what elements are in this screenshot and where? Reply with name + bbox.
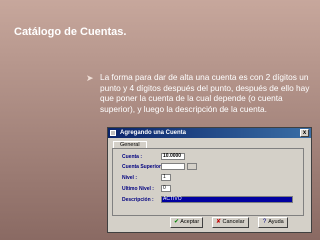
- bullet-text: La forma para dar de alta una cuenta es …: [100, 72, 310, 114]
- cross-icon: ✘: [216, 219, 222, 225]
- cancelar-label: Cancelar: [222, 219, 245, 225]
- cuenta-label: Cuenta :: [122, 154, 142, 160]
- cuenta-field[interactable]: 10.0000: [161, 153, 185, 160]
- lookup-button[interactable]: [187, 163, 197, 170]
- check-icon: ✔: [174, 219, 180, 225]
- dialog-title: Agregando una Cuenta: [120, 130, 187, 136]
- descripcion-field[interactable]: ACTIVO: [161, 196, 293, 203]
- aceptar-label: Aceptar: [180, 219, 200, 225]
- bullet-arrow-icon: ➤: [86, 73, 94, 83]
- aceptar-button[interactable]: ✔ Aceptar: [170, 217, 204, 228]
- ayuda-button[interactable]: ? Ayuda: [258, 217, 288, 228]
- ayuda-label: Ayuda: [268, 219, 284, 225]
- dialog-titlebar[interactable]: Agregando una Cuenta x: [108, 128, 311, 138]
- nivel-field[interactable]: 1: [161, 174, 171, 181]
- window-icon: [110, 130, 116, 136]
- cuenta-superior-field[interactable]: [161, 163, 185, 170]
- general-panel: Cuenta : 10.0000 Cuenta Superior : Nivel…: [112, 148, 304, 216]
- close-button[interactable]: x: [300, 129, 309, 137]
- help-icon: ?: [262, 219, 267, 225]
- slide-title: Catálogo de Cuentas.: [14, 26, 127, 38]
- cancelar-button[interactable]: ✘ Cancelar: [212, 217, 249, 228]
- cuenta-superior-label: Cuenta Superior :: [122, 164, 164, 170]
- bullet-item: ➤ La forma para dar de alta una cuenta e…: [86, 72, 310, 114]
- add-account-dialog: Agregando una Cuenta x General Cuenta : …: [107, 127, 312, 233]
- ultimo-nivel-label: Ultimo Nivel :: [122, 186, 154, 192]
- nivel-label: Nivel :: [122, 175, 138, 181]
- descripcion-label: Descripción :: [122, 197, 154, 203]
- ultimo-nivel-field[interactable]: 0: [161, 185, 171, 192]
